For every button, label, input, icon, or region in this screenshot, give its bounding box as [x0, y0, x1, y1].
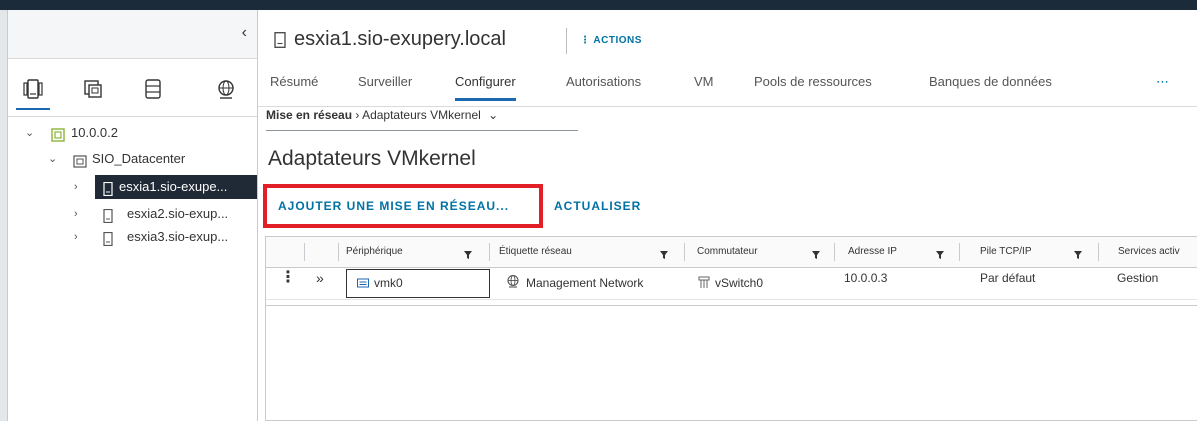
- column-divider: [834, 243, 835, 261]
- storage-icon[interactable]: [142, 78, 164, 100]
- column-header-device[interactable]: Périphérique: [346, 237, 403, 267]
- column-divider: [489, 243, 490, 261]
- vmkernel-adapters-table: Périphérique Étiquette réseau Commutateu…: [265, 236, 1197, 421]
- chevron-right-icon[interactable]: ›: [74, 175, 78, 199]
- vmkernel-adapter-icon: [357, 273, 369, 305]
- table-row[interactable]: ⋮ » vmk0 Management Network vSwitch0 10.…: [266, 267, 1197, 300]
- datacenter-icon: [73, 152, 87, 168]
- inventory-sidebar: ‹ ⌄ 10.0.0.2 ⌄ SIO_Datacenter › esxia1.s…: [8, 10, 257, 421]
- refresh-button[interactable]: ACTUALISER: [554, 199, 641, 213]
- chevron-right-icon[interactable]: ›: [74, 225, 78, 249]
- collapse-sidebar-icon[interactable]: ‹: [242, 24, 247, 42]
- row-actions-menu-icon[interactable]: ⋮: [280, 267, 296, 299]
- filter-icon[interactable]: [659, 247, 669, 259]
- filter-icon[interactable]: [935, 247, 945, 259]
- cell-tcpip-stack: Par défaut: [980, 271, 1036, 285]
- object-tabs: Résumé Surveiller Configurer Autorisatio…: [258, 66, 1197, 107]
- filter-icon[interactable]: [1073, 247, 1083, 259]
- tab-pools-de-ressources[interactable]: Pools de ressources: [754, 74, 872, 89]
- column-header-switch[interactable]: Commutateur: [697, 237, 758, 267]
- tabs-overflow-button[interactable]: ⋯: [1156, 74, 1169, 90]
- cell-ip-address: 10.0.0.3: [844, 271, 888, 285]
- tree-item-host-esxia3[interactable]: › esxia3.sio-exup...: [8, 225, 257, 249]
- tree-item-host-esxia2[interactable]: › esxia2.sio-exup...: [8, 202, 257, 226]
- chevron-down-icon[interactable]: ⌄: [488, 108, 498, 122]
- tab-vm[interactable]: VM: [694, 74, 714, 89]
- tree-item-label: SIO_Datacenter: [92, 151, 186, 166]
- chevron-down-icon[interactable]: ⌄: [25, 121, 34, 145]
- vcenter-icon: [51, 126, 65, 142]
- table-header: Périphérique Étiquette réseau Commutateu…: [266, 237, 1197, 268]
- host-icon: [101, 230, 115, 247]
- sidebar-header: ‹: [8, 10, 257, 59]
- column-header-services[interactable]: Services activ: [1118, 237, 1180, 267]
- tree-item-datacenter[interactable]: ⌄ SIO_Datacenter: [8, 147, 257, 171]
- host-icon: [274, 32, 286, 48]
- tab-surveiller[interactable]: Surveiller: [358, 74, 412, 89]
- object-title: esxia1.sio-exupery.local: [294, 28, 506, 50]
- filter-icon[interactable]: [463, 247, 473, 259]
- column-header-tcpip-stack[interactable]: Pile TCP/IP: [980, 237, 1032, 267]
- column-divider: [684, 243, 685, 261]
- breadcrumb-underline: [266, 130, 578, 131]
- network-icon: [506, 273, 520, 305]
- chevron-down-icon[interactable]: ⌄: [48, 147, 57, 171]
- add-networking-button[interactable]: AJOUTER UNE MISE EN RÉSEAU...: [278, 199, 509, 213]
- host-icon: [101, 180, 115, 197]
- main-content: esxia1.sio-exupery.local ⋮ ACTIONS Résum…: [258, 10, 1197, 421]
- networking-icon[interactable]: [215, 78, 237, 100]
- breadcrumb: Mise en réseau › Adaptateurs VMkernel ⌄: [266, 108, 498, 122]
- tree-item-host-esxia1[interactable]: › esxia1.sio-exupe...: [8, 175, 257, 199]
- column-divider: [1098, 243, 1099, 261]
- page-title: Adaptateurs VMkernel: [268, 147, 476, 170]
- column-divider: [338, 243, 339, 261]
- tree-item-label: esxia3.sio-exup...: [127, 229, 229, 244]
- vswitch-icon: [698, 274, 710, 306]
- tab-autorisations[interactable]: Autorisations: [566, 74, 641, 89]
- tree-item-label: 10.0.0.2: [71, 125, 118, 140]
- row-expand-icon[interactable]: »: [316, 267, 324, 299]
- tree-item-label: esxia1.sio-exupe...: [119, 179, 228, 194]
- filter-icon[interactable]: [811, 247, 821, 259]
- tree-item-label: esxia2.sio-exup...: [127, 206, 229, 221]
- host-icon: [101, 207, 115, 224]
- left-edge-strip: [0, 10, 8, 421]
- cell-device: vmk0: [374, 276, 403, 290]
- actions-menu-button[interactable]: ⋮ ACTIONS: [580, 35, 642, 46]
- header-separator: [566, 28, 567, 54]
- inventory-view-tabs: [8, 68, 257, 110]
- tab-resume[interactable]: Résumé: [270, 74, 318, 89]
- column-header-ip-address[interactable]: Adresse IP: [848, 237, 897, 267]
- cell-network-label: Management Network: [526, 276, 644, 290]
- chevron-right-icon[interactable]: ›: [74, 202, 78, 226]
- tab-banques-de-donnees[interactable]: Banques de données: [929, 74, 1052, 89]
- cell-switch: vSwitch0: [715, 276, 764, 290]
- breadcrumb-current[interactable]: Adaptateurs VMkernel: [362, 108, 481, 122]
- table-divider: [266, 305, 1197, 306]
- top-header-bar: [0, 0, 1197, 10]
- tab-configurer[interactable]: Configurer: [455, 74, 516, 101]
- cell-services: Gestion: [1117, 271, 1159, 285]
- breadcrumb-separator: ›: [355, 108, 360, 122]
- column-divider: [304, 243, 305, 261]
- sidebar-divider: [8, 116, 257, 117]
- column-divider: [959, 243, 960, 261]
- column-header-network-label[interactable]: Étiquette réseau: [499, 237, 572, 267]
- breadcrumb-parent[interactable]: Mise en réseau: [266, 108, 352, 122]
- hosts-clusters-icon[interactable]: [16, 78, 50, 110]
- tree-item-vcenter[interactable]: ⌄ 10.0.0.2: [8, 121, 257, 145]
- vms-templates-icon[interactable]: [82, 78, 104, 100]
